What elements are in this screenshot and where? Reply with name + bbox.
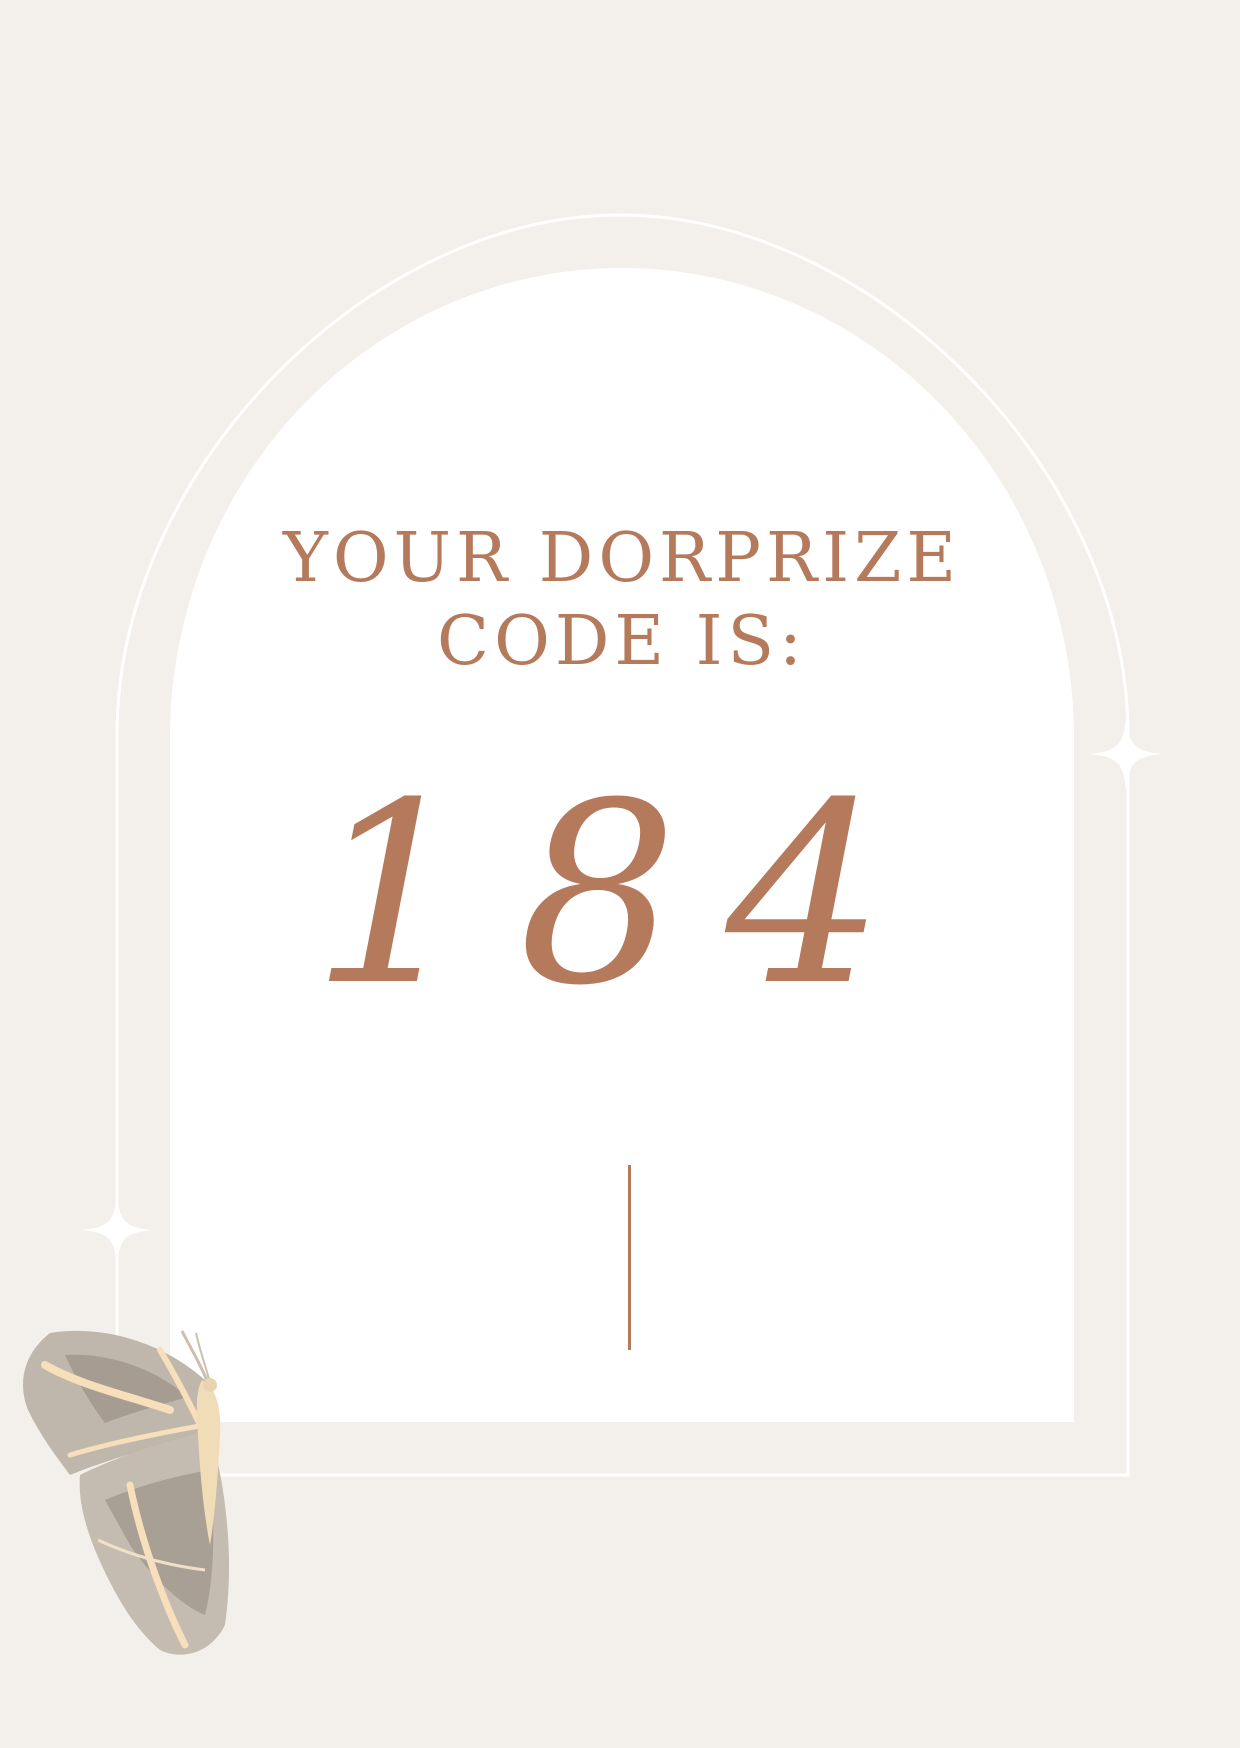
heading-line-1: YOUR DORPRIZE	[283, 519, 961, 598]
heading-line-2: CODE IS:	[437, 602, 807, 681]
prize-code: 184	[311, 749, 933, 1040]
invitation-card: YOUR DORPRIZE CODE IS: 184	[0, 0, 1240, 1748]
moth-icon	[23, 1330, 230, 1655]
sparkle-icon	[1090, 718, 1162, 790]
vertical-divider	[628, 1165, 631, 1350]
sparkle-icon	[82, 1195, 152, 1265]
